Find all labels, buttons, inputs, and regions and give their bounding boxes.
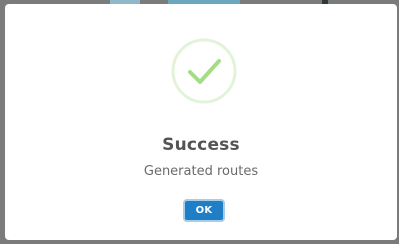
dialog-message: Generated routes: [143, 164, 259, 179]
ok-button[interactable]: OK: [183, 199, 225, 222]
dialog-title: Success: [162, 135, 240, 155]
success-dialog: Success Generated routes OK: [5, 4, 397, 240]
success-check-icon: [171, 38, 237, 104]
